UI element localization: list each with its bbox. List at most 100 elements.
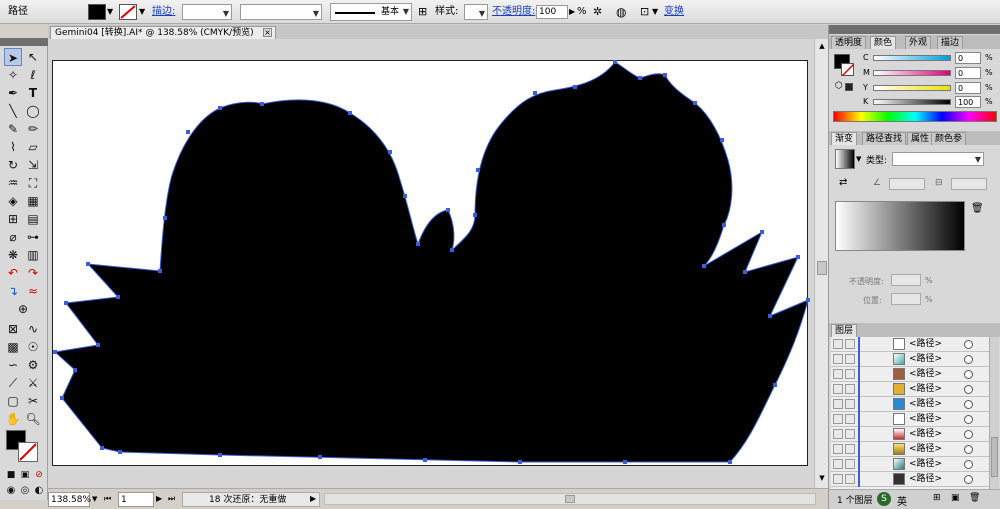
tab-pathfinder[interactable]: 路径查找 (862, 132, 907, 145)
visibility-toggle[interactable] (833, 474, 843, 484)
anchor-point[interactable] (638, 76, 642, 80)
anchor-point[interactable] (702, 264, 706, 268)
layer-row[interactable]: <路径> (831, 442, 991, 457)
anchor-point[interactable] (768, 314, 772, 318)
ime-logo-icon[interactable]: S (877, 492, 891, 506)
target-circle-icon[interactable] (964, 475, 973, 484)
dock-grip[interactable] (829, 25, 1000, 34)
channel-k-input[interactable]: 100 (955, 96, 981, 108)
anchor-point[interactable] (388, 150, 392, 154)
lock-toggle[interactable] (845, 414, 855, 424)
tab-color-guide[interactable]: 颜色参 (931, 132, 967, 145)
gradient-type-dropdown[interactable]: ▼ (892, 152, 984, 166)
anchor-point[interactable] (760, 230, 764, 234)
anchor-point[interactable] (613, 60, 617, 64)
anchor-point[interactable] (73, 368, 77, 372)
anchor-point[interactable] (86, 262, 90, 266)
channel-y-slider[interactable] (873, 85, 951, 91)
channel-c-input[interactable]: 0 (955, 52, 981, 64)
gradient-ramp[interactable] (835, 201, 965, 251)
anchor-point[interactable] (158, 269, 162, 273)
lock-toggle[interactable] (845, 459, 855, 469)
layers-scroll-thumb[interactable] (991, 437, 998, 477)
anchor-point[interactable] (720, 138, 724, 142)
anchor-point[interactable] (218, 453, 222, 457)
gradient-preview-swatch[interactable] (835, 149, 855, 169)
delete-stop-icon[interactable]: 🗑︎ (971, 203, 984, 214)
visibility-toggle[interactable] (833, 429, 843, 439)
layer-name[interactable]: <路径> (909, 457, 942, 472)
anchor-point[interactable] (403, 194, 407, 198)
gradient-preview-arrow-icon[interactable]: ▼ (856, 155, 861, 163)
anchor-point[interactable] (773, 383, 777, 387)
anchor-point[interactable] (722, 223, 726, 227)
visibility-toggle[interactable] (833, 369, 843, 379)
anchor-point[interactable] (100, 446, 104, 450)
layer-row[interactable]: <路径> (831, 397, 991, 412)
lock-toggle[interactable] (845, 399, 855, 409)
anchor-point[interactable] (518, 460, 522, 464)
new-layer-icon[interactable]: ▣ (951, 493, 960, 503)
layer-row[interactable]: <路径> (831, 367, 991, 382)
layer-row[interactable]: <路径> (831, 457, 991, 472)
artboard-number-field[interactable]: 1 (118, 492, 154, 507)
layer-name[interactable]: <路径> (909, 397, 942, 412)
stop-opacity-input[interactable] (891, 274, 921, 286)
anchor-point[interactable] (450, 248, 454, 252)
tab-gradient[interactable]: 渐变 (831, 132, 858, 145)
zoom-level-field[interactable]: 138.58% (48, 492, 91, 507)
stop-location-input[interactable] (891, 293, 921, 305)
layer-row[interactable]: <路径> (831, 427, 991, 442)
anchor-point[interactable] (348, 111, 352, 115)
lock-toggle[interactable] (845, 474, 855, 484)
visibility-toggle[interactable] (833, 414, 843, 424)
color-stroke-swatch[interactable] (841, 63, 855, 77)
anchor-point[interactable] (476, 168, 480, 172)
anchor-point[interactable] (260, 102, 264, 106)
tab-stroke[interactable]: 描边 (937, 36, 964, 49)
tab-appearance[interactable]: 外观 (905, 36, 932, 49)
layer-row[interactable]: <路径> (831, 337, 991, 352)
tab-layers[interactable]: 图层 (831, 324, 858, 337)
target-circle-icon[interactable] (964, 385, 973, 394)
target-circle-icon[interactable] (964, 430, 973, 439)
visibility-toggle[interactable] (833, 339, 843, 349)
layer-name[interactable]: <路径> (909, 442, 942, 457)
lock-toggle[interactable] (845, 429, 855, 439)
anchor-point[interactable] (318, 455, 322, 459)
anchor-point[interactable] (64, 301, 68, 305)
tab-transparency[interactable]: 透明度 (831, 36, 867, 49)
tab-attributes[interactable]: 属性 (907, 132, 934, 145)
color-spectrum-bar[interactable] (833, 111, 997, 122)
channel-k-slider[interactable] (873, 99, 951, 105)
scroll-down-icon[interactable]: ▼ (817, 473, 827, 483)
horizontal-scrollbar[interactable] (324, 493, 816, 505)
channel-y-input[interactable]: 0 (955, 82, 981, 94)
anchor-point[interactable] (728, 460, 732, 464)
anchor-point[interactable] (446, 208, 450, 212)
ime-indicator[interactable]: 英 (897, 493, 907, 508)
target-circle-icon[interactable] (964, 445, 973, 454)
anchor-point[interactable] (796, 255, 800, 259)
layer-row[interactable]: <路径> (831, 472, 991, 487)
first-artboard-icon[interactable]: ⏮ (104, 492, 111, 507)
layer-name[interactable]: <路径> (909, 412, 942, 427)
layer-name[interactable]: <路径> (909, 337, 942, 352)
anchor-point[interactable] (218, 106, 222, 110)
layer-row[interactable]: <路径> (831, 382, 991, 397)
visibility-toggle[interactable] (833, 384, 843, 394)
anchor-point[interactable] (573, 85, 577, 89)
zoom-dropdown-arrow-icon[interactable]: ▼ (92, 492, 97, 507)
scroll-up-icon[interactable]: ▲ (817, 41, 827, 51)
aspect-ratio-input[interactable] (951, 178, 987, 190)
anchor-point[interactable] (186, 130, 190, 134)
anchor-point[interactable] (60, 396, 64, 400)
lock-toggle[interactable] (845, 369, 855, 379)
visibility-toggle[interactable] (833, 354, 843, 364)
anchor-point[interactable] (533, 91, 537, 95)
anchor-point[interactable] (743, 270, 747, 274)
target-circle-icon[interactable] (964, 340, 973, 349)
channel-m-input[interactable]: 0 (955, 67, 981, 79)
anchor-point[interactable] (116, 295, 120, 299)
reverse-gradient-icon[interactable]: ⇄ (839, 177, 847, 188)
